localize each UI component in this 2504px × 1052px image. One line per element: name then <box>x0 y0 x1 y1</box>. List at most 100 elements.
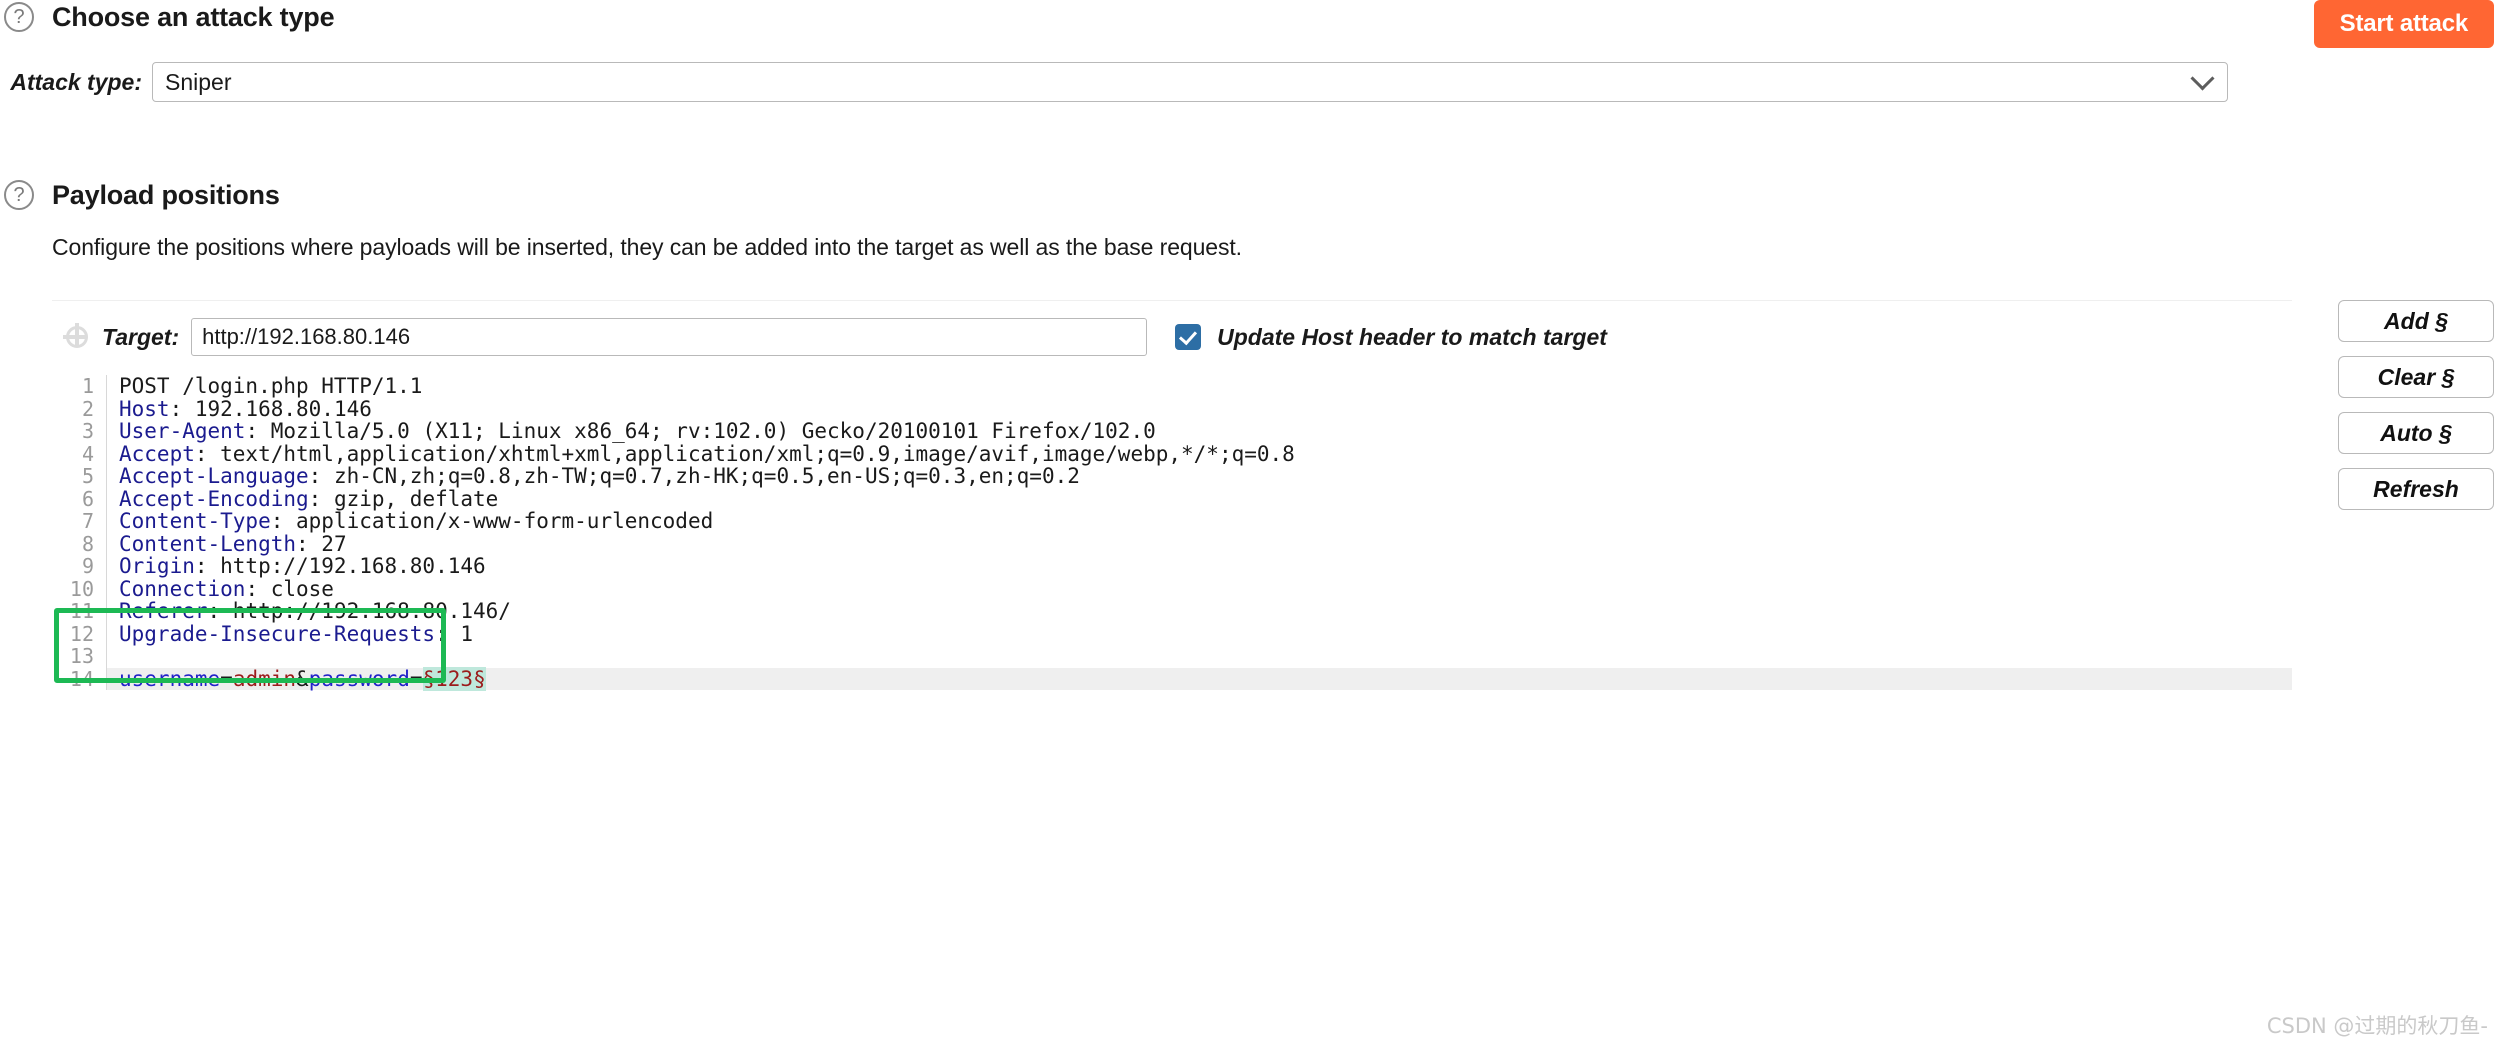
request-line-text: Host: 192.168.80.146 <box>106 396 2292 421</box>
request-line[interactable]: 8 Content-Length: 27 <box>52 531 2292 556</box>
request-line[interactable]: 14 username=admin&password=§123§ <box>52 666 2292 691</box>
code-token: Accept-Encoding <box>119 486 309 511</box>
move-target-icon[interactable] <box>63 323 88 348</box>
request-line[interactable]: 7 Content-Type: application/x-www-form-ur… <box>52 510 2292 533</box>
request-code-area[interactable]: 1 POST /login.php HTTP/1.1 2 Host: 192.168.… <box>52 375 2292 691</box>
request-line-text: Accept: text/html,application/xhtml+xml,… <box>106 441 2292 466</box>
request-line-text: POST /login.php HTTP/1.1 <box>106 375 2292 398</box>
add-section-button[interactable]: Add § <box>2338 300 2494 342</box>
line-number: 11 <box>69 599 94 623</box>
request-line[interactable]: 6 Accept-Encoding: gzip, deflate <box>52 486 2292 511</box>
code-token: : 27 <box>296 531 347 556</box>
update-host-header-checkbox[interactable] <box>1175 324 1202 350</box>
request-line-text: Connection: close <box>106 576 2292 601</box>
request-line[interactable]: 13 <box>52 645 2292 668</box>
code-token: User-Agent <box>119 419 246 443</box>
request-line-text: Content-Length: 27 <box>106 531 2292 556</box>
clear-section-button[interactable]: Clear § <box>2338 356 2494 398</box>
code-token: : http://192.168.80.146/ <box>207 599 511 623</box>
line-number: 4 <box>81 441 94 466</box>
chevron-down-icon <box>2190 66 2215 91</box>
page-title: Choose an attack type <box>52 1 335 32</box>
request-line-text <box>106 645 2292 668</box>
request-line[interactable]: 5 Accept-Language: zh-CN,zh;q=0.8,zh-TW;q… <box>52 465 2292 488</box>
payload-positions-title: Payload positions <box>52 179 280 210</box>
request-line[interactable]: 3 User-Agent: Mozilla/5.0 (X11; Linux x86… <box>52 420 2292 443</box>
attack-type-label: Attack type: <box>10 68 142 95</box>
code-token: : application/x-www-form-urlencoded <box>270 509 714 533</box>
help-circle-icon[interactable]: ? <box>4 2 34 32</box>
code-token: Content-Length <box>119 531 297 556</box>
code-token: Accept-Language <box>119 464 309 488</box>
request-line[interactable]: 12 Upgrade-Insecure-Requests: 1 <box>52 621 2292 646</box>
target-row: Target: Update Host header to match targ… <box>52 301 2292 373</box>
attack-type-row: Attack type: Sniper <box>0 62 2504 102</box>
line-number: 1 <box>81 374 94 398</box>
code-token: : close <box>245 576 334 601</box>
code-token: = <box>409 666 423 691</box>
request-line[interactable]: 1 POST /login.php HTTP/1.1 <box>52 375 2292 398</box>
request-line-text: Content-Type: application/x-www-form-url… <box>106 510 2292 533</box>
request-line-text: username=admin&password=§123§ <box>106 666 2292 691</box>
code-token: username <box>119 666 221 691</box>
request-line-text: Accept-Language: zh-CN,zh;q=0.8,zh-TW;q=… <box>106 465 2292 488</box>
line-number: 5 <box>81 464 94 488</box>
code-token: Content-Type <box>119 509 271 533</box>
code-token: Referer <box>119 599 208 623</box>
request-line-text: Accept-Encoding: gzip, deflate <box>106 486 2292 511</box>
code-token: : 192.168.80.146 <box>169 396 372 421</box>
line-number: 10 <box>69 576 94 601</box>
code-token: Connection <box>119 576 246 601</box>
payload-marker-buttons: Add § Clear § Auto § Refresh <box>2338 300 2494 510</box>
update-host-header-checkbox-wrap[interactable]: Update Host header to match target <box>1175 324 1607 351</box>
update-host-header-label: Update Host header to match target <box>1217 323 1607 350</box>
auto-section-button[interactable]: Auto § <box>2338 412 2494 454</box>
code-token: : text/html,application/xhtml+xml,applic… <box>194 441 1295 466</box>
attack-type-section: ? Choose an attack type Start attack Att… <box>0 0 2504 102</box>
line-number: 3 <box>81 419 94 443</box>
line-number: 6 <box>81 486 94 511</box>
line-number: 8 <box>81 531 94 556</box>
code-token: Host <box>119 396 170 421</box>
line-number: 9 <box>81 554 94 578</box>
request-line-text: Referer: http://192.168.80.146/ <box>106 600 2292 623</box>
code-token: : gzip, deflate <box>308 486 499 511</box>
target-label: Target: <box>102 323 180 350</box>
code-token: admin <box>232 666 297 691</box>
request-line[interactable]: 10 Connection: close <box>52 576 2292 601</box>
attack-type-header: ? Choose an attack type <box>0 0 2504 34</box>
code-token: & <box>296 666 309 691</box>
request-line[interactable]: 11 Referer: http://192.168.80.146/ <box>52 600 2292 623</box>
target-input[interactable] <box>191 318 1148 356</box>
line-number: 12 <box>69 621 94 646</box>
line-number: 2 <box>81 396 94 421</box>
code-token: Origin <box>119 554 195 578</box>
line-number: 13 <box>69 644 94 668</box>
code-token: : 1 <box>435 621 474 646</box>
attack-type-select[interactable]: Sniper <box>152 62 2228 102</box>
payload-marker: §123§ <box>422 666 486 691</box>
code-token: : http://192.168.80.146 <box>194 554 486 578</box>
watermark: CSDN @过期的秋刀鱼- <box>2266 1014 2488 1038</box>
help-circle-icon[interactable]: ? <box>4 180 34 210</box>
request-line-text: Upgrade-Insecure-Requests: 1 <box>106 621 2292 646</box>
request-line[interactable]: 2 Host: 192.168.80.146 <box>52 396 2292 421</box>
code-token: password <box>308 666 410 691</box>
payload-positions-section: ? Payload positions Configure the positi… <box>0 178 2504 261</box>
refresh-button[interactable]: Refresh <box>2338 468 2494 510</box>
code-token: Accept <box>119 441 195 466</box>
request-line[interactable]: 4 Accept: text/html,application/xhtml+xml… <box>52 441 2292 466</box>
request-line-text: User-Agent: Mozilla/5.0 (X11; Linux x86_… <box>106 420 2292 443</box>
request-editor-panel: Target: Update Host header to match targ… <box>52 300 2292 1052</box>
line-number: 14 <box>69 666 94 691</box>
request-line-text: Origin: http://192.168.80.146 <box>106 555 2292 578</box>
code-token: Upgrade-Insecure-Requests <box>119 621 436 646</box>
code-token: = <box>220 666 233 691</box>
line-number: 7 <box>81 509 94 533</box>
start-attack-button[interactable]: Start attack <box>2313 0 2494 48</box>
attack-type-selected-value: Sniper <box>165 68 232 95</box>
request-line[interactable]: 9 Origin: http://192.168.80.146 <box>52 555 2292 578</box>
code-token: : zh-CN,zh;q=0.8,zh-TW;q=0.7,zh-HK;q=0.5… <box>308 464 1080 488</box>
code-token: : Mozilla/5.0 (X11; Linux x86_64; rv:102… <box>245 419 1156 443</box>
payload-positions-header: ? Payload positions <box>0 178 2504 212</box>
